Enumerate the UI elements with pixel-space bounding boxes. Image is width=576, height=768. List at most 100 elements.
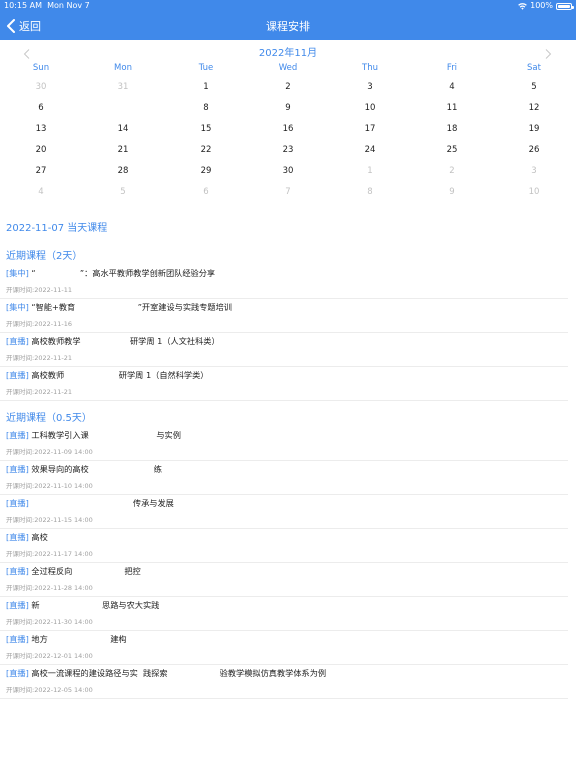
course-item[interactable]: [直播] 高校教师教学 研学周 1（人文社科类） 开课时间:2022-11-21 [0, 333, 568, 367]
calendar-day[interactable]: 27 [29, 161, 53, 181]
status-time: 10:15 AM Mon Nov 7 [4, 1, 90, 10]
calendar-day[interactable]: 1 [358, 161, 382, 181]
course-start-time: 开课时间:2022-12-05 14:00 [6, 686, 93, 694]
course-type-tag: [集中] [6, 302, 29, 312]
course-title-line: [直播] 全过程反向 把控 [6, 565, 141, 577]
course-title-line: [集中] “智能+教育 ”开室建设与实践专题培训 [6, 301, 232, 313]
calendar-day[interactable]: 2 [276, 77, 300, 97]
status-right: 100% [518, 0, 574, 12]
calendar-day[interactable]: 21 [111, 140, 135, 160]
course-item[interactable]: [直播] 高校 开课时间:2022-11-17 14:00 [0, 529, 568, 563]
status-bar: 10:15 AM Mon Nov 7 100% [0, 0, 576, 12]
calendar-day[interactable]: 9 [440, 182, 464, 202]
calendar-day[interactable]: 12 [522, 98, 546, 118]
course-type-tag: [直播] [6, 464, 29, 474]
weekday-label: Tue [198, 63, 214, 73]
course-start-time: 开课时间:2022-11-30 14:00 [6, 618, 93, 626]
calendar-grid: 30 31 1 2 3 4 5 6 7 8 9 10 11 12 13 14 15 16 17 18 19 20 21 22 2… [0, 77, 576, 203]
calendar-day[interactable]: 25 [440, 140, 464, 160]
calendar-header: 2022年11月 [0, 43, 576, 59]
calendar-day[interactable]: 22 [194, 140, 218, 160]
calendar-day[interactable]: 2 [440, 161, 464, 181]
calendar-day[interactable]: 19 [522, 119, 546, 139]
course-item[interactable]: [直播] 高校教师 研学周 1（自然科学类） 开课时间:2022-11-21 [0, 367, 568, 401]
calendar-day[interactable]: 5 [522, 77, 546, 97]
course-type-tag: [直播] [6, 566, 29, 576]
course-type-tag: [直播] [6, 430, 29, 440]
calendar-day[interactable]: 24 [358, 140, 382, 160]
course-start-time: 开课时间:2022-12-01 14:00 [6, 652, 93, 660]
course-start-time: 开课时间:2022-11-28 14:00 [6, 584, 93, 592]
course-title-line: [直播] 传承与发展 [6, 497, 174, 509]
calendar-day-today[interactable]: 7 [111, 98, 135, 118]
calendar-day[interactable]: 11 [440, 98, 464, 118]
calendar-day[interactable]: 29 [194, 161, 218, 181]
calendar-day[interactable]: 5 [111, 182, 135, 202]
calendar-day[interactable]: 10 [522, 182, 546, 202]
calendar-day[interactable]: 8 [194, 98, 218, 118]
course-start-time: 开课时间:2022-11-21 [6, 354, 72, 362]
course-type-tag: [集中] [6, 268, 29, 278]
calendar-day[interactable]: 7 [276, 182, 300, 202]
navigation-bar: 返回 课程安排 [0, 12, 576, 40]
top-bar: 10:15 AM Mon Nov 7 100% 返回 课程安排 [0, 0, 576, 40]
course-title: 高校教师教学 研学周 1（人文社科类） [31, 336, 220, 346]
calendar-day[interactable]: 23 [276, 140, 300, 160]
course-title-line: [直播] 新 思路与农大实践 [6, 599, 159, 611]
calendar-day[interactable]: 20 [29, 140, 53, 160]
course-item[interactable]: [集中] “智能+教育 ”开室建设与实践专题培训 开课时间:2022-11-16 [0, 299, 568, 333]
calendar-day[interactable]: 17 [358, 119, 382, 139]
course-item[interactable]: [直播] 全过程反向 把控开课时间:2022-11-28 14:00 [0, 563, 568, 597]
course-title-line: [直播] 高校一流课程的建设路径与实 践探索 验教学模拟仿真教学体系为例 [6, 667, 326, 679]
course-start-time: 开课时间:2022-11-15 14:00 [6, 516, 93, 524]
calendar-month-label: 2022年11月 [258, 48, 318, 59]
today-courses-heading: 2022-11-07 当天课程 [6, 223, 108, 234]
calendar-day[interactable]: 31 [111, 77, 135, 97]
calendar-day[interactable]: 13 [29, 119, 53, 139]
course-start-time: 开课时间:2022-11-21 [6, 388, 72, 396]
calendar-day[interactable]: 16 [276, 119, 300, 139]
calendar-day[interactable]: 10 [358, 98, 382, 118]
course-item[interactable]: [直播] 地方 建构开课时间:2022-12-01 14:00 [0, 631, 568, 665]
calendar-day[interactable]: 3 [522, 161, 546, 181]
course-item[interactable]: [直播] 新 思路与农大实践开课时间:2022-11-30 14:00 [0, 597, 568, 631]
calendar-day[interactable]: 4 [29, 182, 53, 202]
calendar-day[interactable]: 9 [276, 98, 300, 118]
weekday-label: Thu [362, 63, 378, 73]
calendar-day[interactable]: 6 [29, 98, 53, 118]
calendar-day[interactable]: 26 [522, 140, 546, 160]
course-title: 传承与发展 [31, 498, 174, 508]
section-heading: 近期课程（0.5天） [6, 413, 92, 424]
course-start-time: 开课时间:2022-11-11 [6, 286, 72, 294]
course-type-tag: [直播] [6, 600, 29, 610]
course-title-line: [直播] 高校 [6, 531, 48, 543]
calendar-day[interactable]: 1 [194, 77, 218, 97]
calendar-day[interactable]: 6 [194, 182, 218, 202]
course-item[interactable]: [直播] 传承与发展开课时间:2022-11-15 14:00 [0, 495, 568, 529]
course-item[interactable]: [集中] “ ”：高水平教师教学创新团队经验分享开课时间:2022-11-11 [0, 265, 568, 299]
calendar-day[interactable]: 8 [358, 182, 382, 202]
course-start-time: 开课时间:2022-11-10 14:00 [6, 482, 93, 490]
next-month-button[interactable] [542, 45, 554, 59]
battery-percent: 100% [530, 1, 553, 10]
course-title-line: [集中] “ ”：高水平教师教学创新团队经验分享 [6, 267, 215, 279]
calendar-day[interactable]: 15 [194, 119, 218, 139]
calendar-day[interactable]: 3 [358, 77, 382, 97]
course-title: 效果导向的高校 练 [31, 464, 162, 474]
course-title: “智能+教育 ”开室建设与实践专题培训 [31, 302, 232, 312]
course-item[interactable]: [直播] 效果导向的高校 练开课时间:2022-11-10 14:00 [0, 461, 568, 495]
calendar-day[interactable]: 14 [111, 119, 135, 139]
calendar-day[interactable]: 28 [111, 161, 135, 181]
page-title: 课程安排 [266, 20, 310, 33]
course-item[interactable]: [直播] 高校一流课程的建设路径与实 践探索 验教学模拟仿真教学体系为例开课时间… [0, 665, 568, 699]
wifi-icon [518, 2, 527, 10]
course-item[interactable]: [直播] 工科教学引入课 与实例 开课时间:2022-11-09 14:00 [0, 427, 568, 461]
course-title: 全过程反向 把控 [31, 566, 141, 576]
course-title-line: [直播] 地方 建构 [6, 633, 127, 645]
calendar-day[interactable]: 18 [440, 119, 464, 139]
calendar-day[interactable]: 30 [29, 77, 53, 97]
weekday-label: Mon [114, 63, 132, 73]
weekday-label: Sun [32, 63, 50, 73]
calendar-day[interactable]: 30 [276, 161, 300, 181]
calendar-day[interactable]: 4 [440, 77, 464, 97]
